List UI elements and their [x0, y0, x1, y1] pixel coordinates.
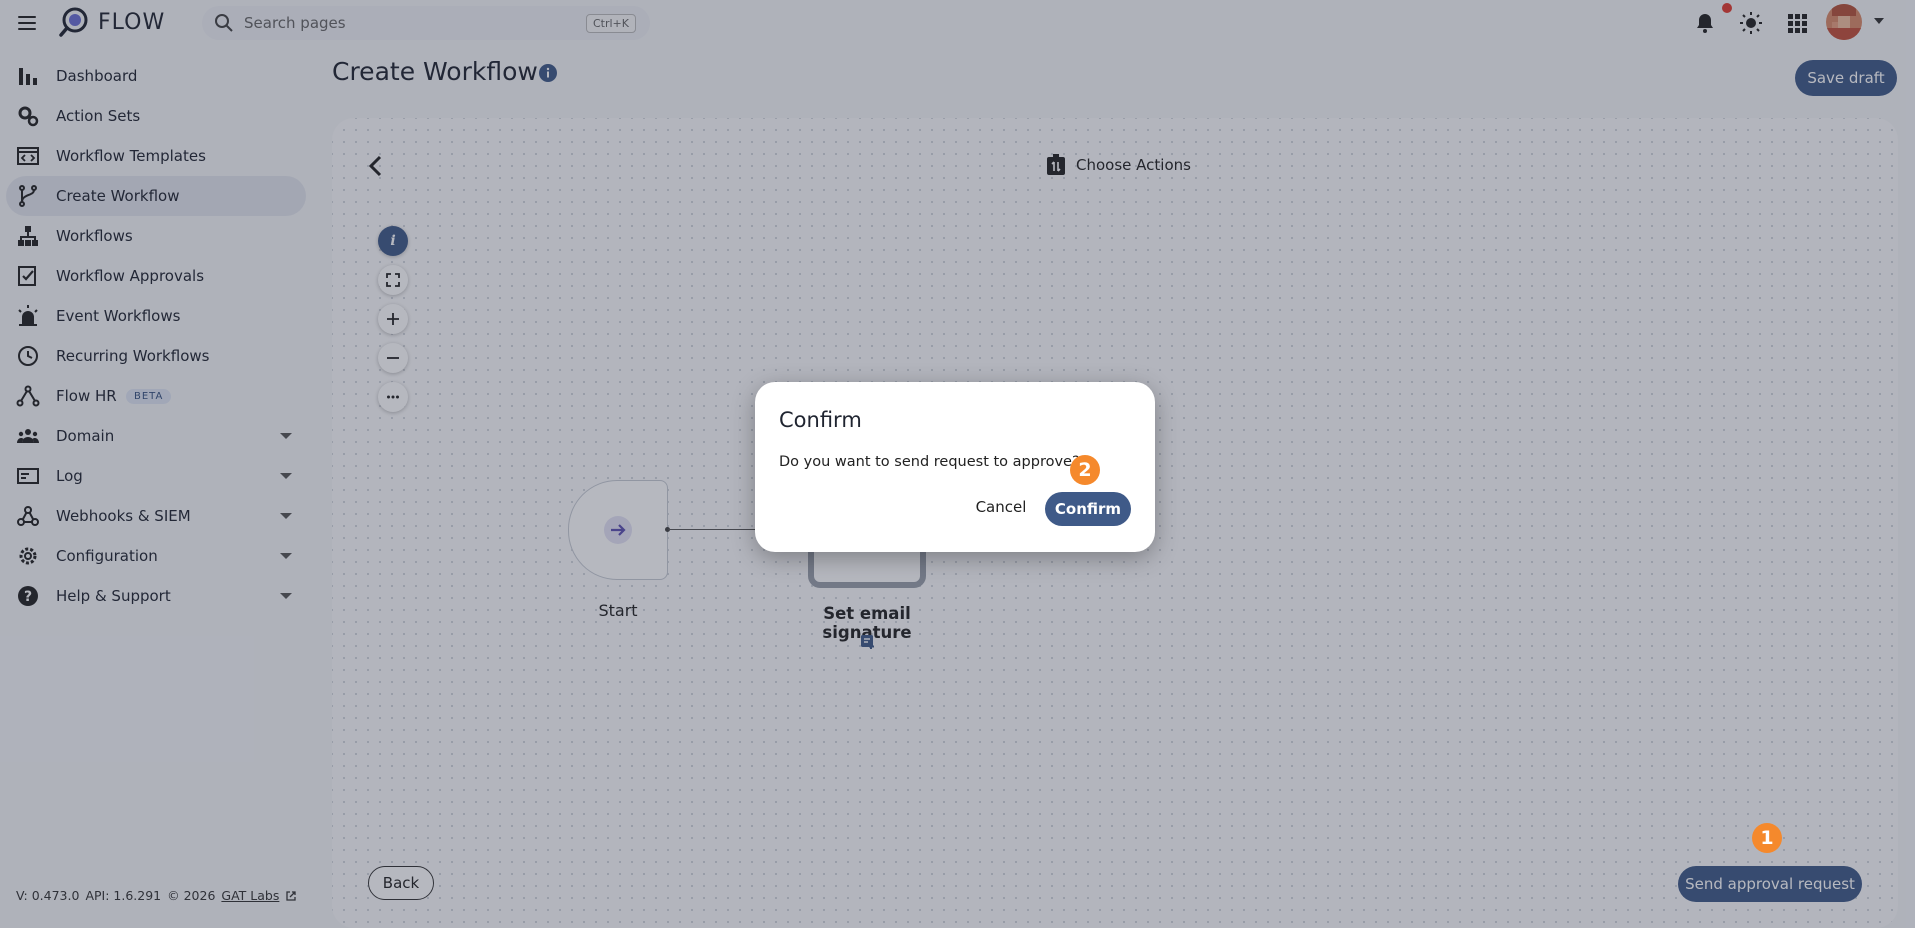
confirm-button[interactable]: Confirm [1045, 492, 1131, 526]
step-badge-2: 2 [1070, 455, 1100, 485]
step-badge-1: 1 [1752, 823, 1782, 853]
cancel-button[interactable]: Cancel [961, 491, 1041, 523]
dialog-title: Confirm [779, 408, 862, 432]
dialog-message: Do you want to send request to approve? [779, 454, 1080, 470]
confirm-dialog: Confirm Do you want to send request to a… [755, 382, 1155, 552]
